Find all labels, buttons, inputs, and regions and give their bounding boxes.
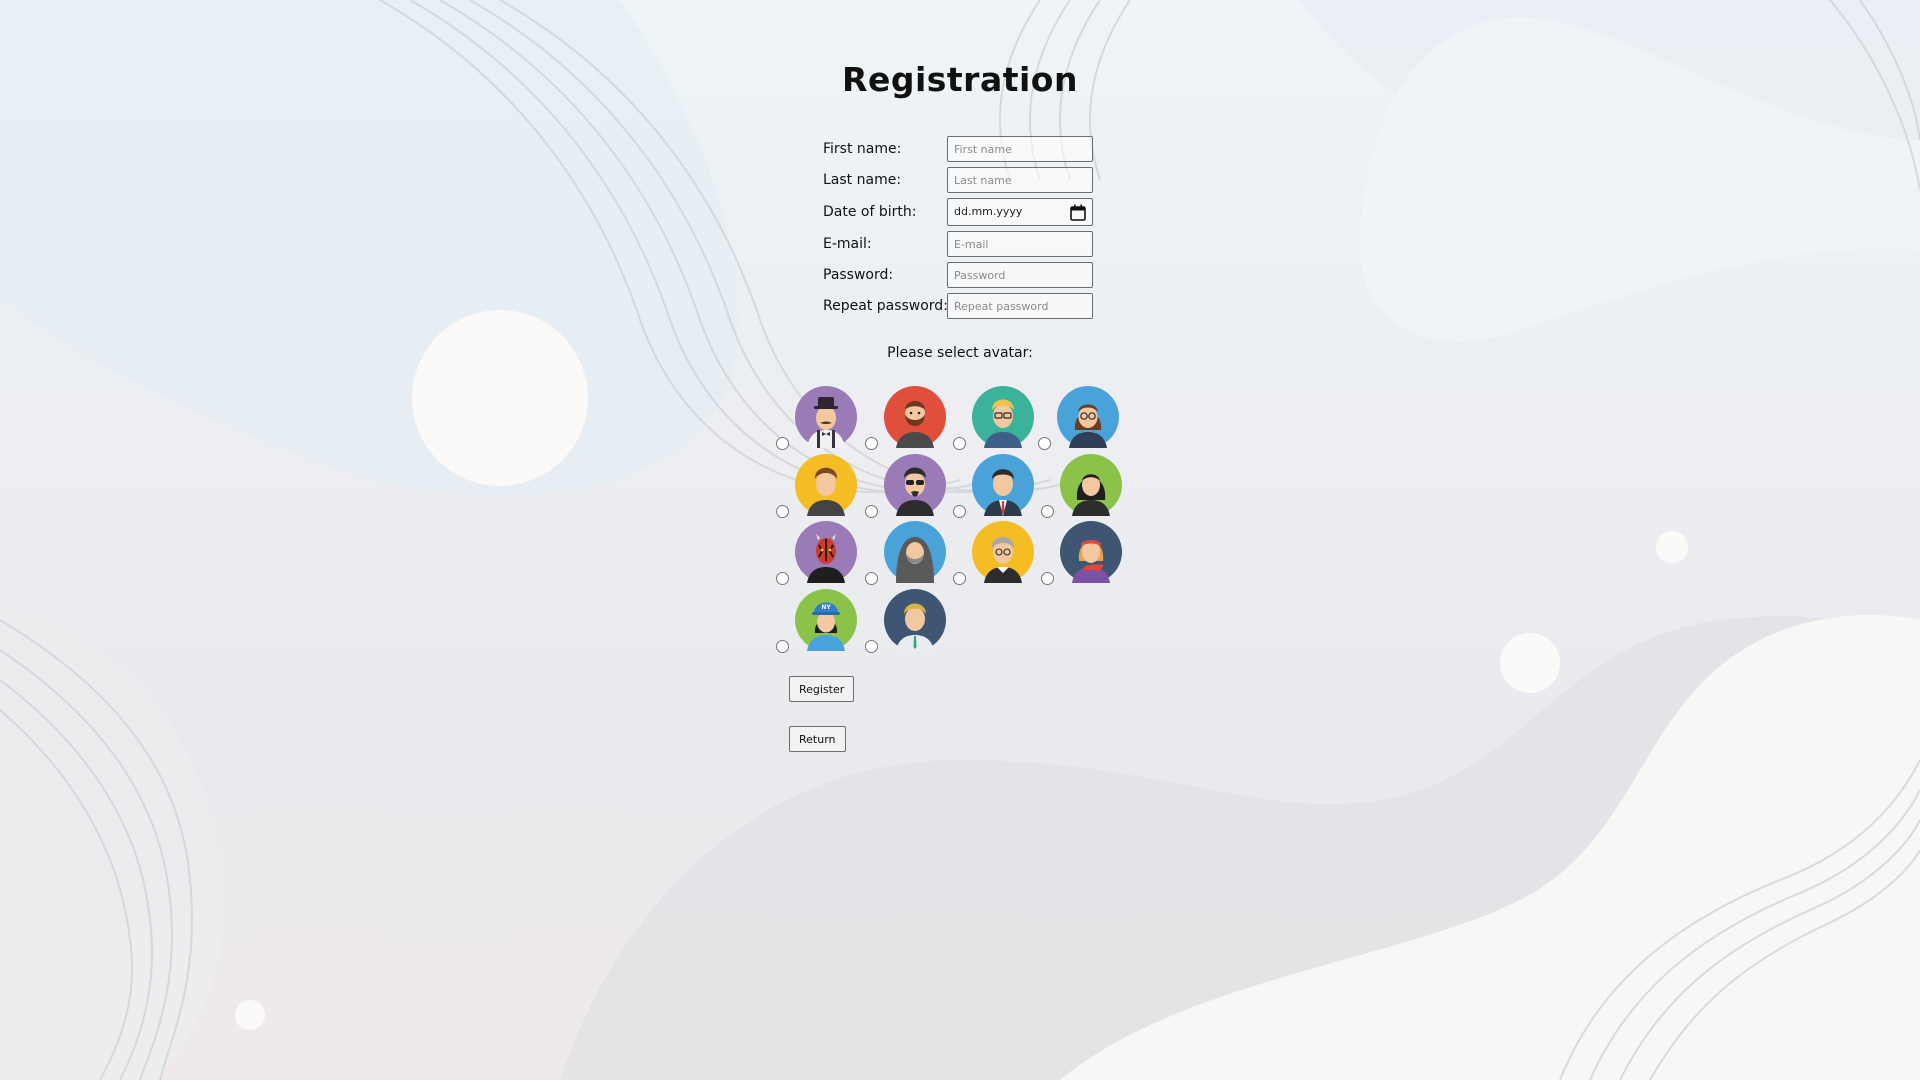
last-name-label: Last name: [823,172,902,188]
avatar-blond-glasses-man-icon[interactable] [972,386,1034,448]
avatar-brown-hair-man-icon[interactable] [795,454,857,516]
return-button[interactable]: Return [789,726,846,752]
date-of-birth-label: Date of birth: [823,204,917,220]
avatar-option-7[interactable] [953,454,1045,520]
avatar-radio-11[interactable] [953,572,966,585]
first-name-input[interactable] [947,136,1093,162]
avatar-hooded-man-icon[interactable] [884,521,946,583]
avatar-option-3[interactable] [953,386,1045,452]
avatar-radio-1[interactable] [776,437,789,450]
avatar-option-9[interactable] [776,521,868,587]
date-of-birth-row: Date of birth: dd.mm.yyyy [823,198,1095,226]
avatar-option-5[interactable] [776,454,868,520]
avatar-radio-7[interactable] [953,505,966,518]
avatar-option-10[interactable] [865,521,957,587]
avatar-radio-13[interactable] [776,640,789,653]
avatar-radio-8[interactable] [1041,505,1054,518]
avatar-bearded-man-icon[interactable] [884,386,946,448]
avatar-option-8[interactable] [1041,454,1133,520]
avatar-radio-10[interactable] [865,572,878,585]
page-title: Registration [842,60,1078,99]
first-name-label: First name: [823,141,902,157]
avatar-radio-2[interactable] [865,437,878,450]
register-button[interactable]: Register [789,676,855,702]
svg-text:NY: NY [821,604,831,611]
avatar-dark-hair-woman-icon[interactable] [1060,454,1122,516]
email-row: E-mail: [823,231,1095,259]
avatar-blond-tie-man-icon[interactable] [884,589,946,651]
avatar-hat-man-icon[interactable] [795,386,857,448]
repeat-password-row: Repeat password: [823,293,1095,321]
avatar-glasses-woman-icon[interactable] [1057,386,1119,448]
last-name-row: Last name: [823,167,1095,195]
avatar-cap-woman-icon[interactable]: NY [795,589,857,651]
avatar-radio-5[interactable] [776,505,789,518]
avatar-radio-3[interactable] [953,437,966,450]
avatar-option-14[interactable] [865,589,957,655]
first-name-row: First name: [823,136,1095,164]
avatar-option-12[interactable] [1041,521,1133,587]
repeat-password-label: Repeat password: [823,298,948,314]
avatar-darth-maul-icon[interactable] [795,521,857,583]
avatar-grandma-icon[interactable] [972,521,1034,583]
avatar-radio-4[interactable] [1038,437,1051,450]
avatar-sunglasses-man-icon[interactable] [884,454,946,516]
avatar-option-1[interactable] [776,386,868,452]
repeat-password-input[interactable] [947,293,1093,319]
avatar-radio-12[interactable] [1041,572,1054,585]
avatar-option-6[interactable] [865,454,957,520]
avatar-radio-6[interactable] [865,505,878,518]
avatar-option-2[interactable] [865,386,957,452]
last-name-input[interactable] [947,167,1093,193]
avatar-radio-14[interactable] [865,640,878,653]
date-of-birth-value: dd.mm.yyyy [954,205,1023,218]
avatar-heading: Please select avatar: [887,345,1033,361]
password-row: Password: [823,262,1095,290]
avatar-option-13[interactable]: NY [776,589,868,655]
avatar-option-11[interactable] [953,521,1045,587]
avatar-redhead-woman-icon[interactable] [1060,521,1122,583]
registration-page: Registration First name: Last name: Date… [0,0,1920,1080]
password-input[interactable] [947,262,1093,288]
avatar-option-4[interactable] [1038,386,1130,452]
date-of-birth-input[interactable]: dd.mm.yyyy [947,198,1093,226]
avatar-suit-man-icon[interactable] [972,454,1034,516]
calendar-icon[interactable] [1070,204,1086,221]
email-input[interactable] [947,231,1093,257]
email-label: E-mail: [823,236,872,252]
password-label: Password: [823,267,894,283]
avatar-radio-9[interactable] [776,572,789,585]
